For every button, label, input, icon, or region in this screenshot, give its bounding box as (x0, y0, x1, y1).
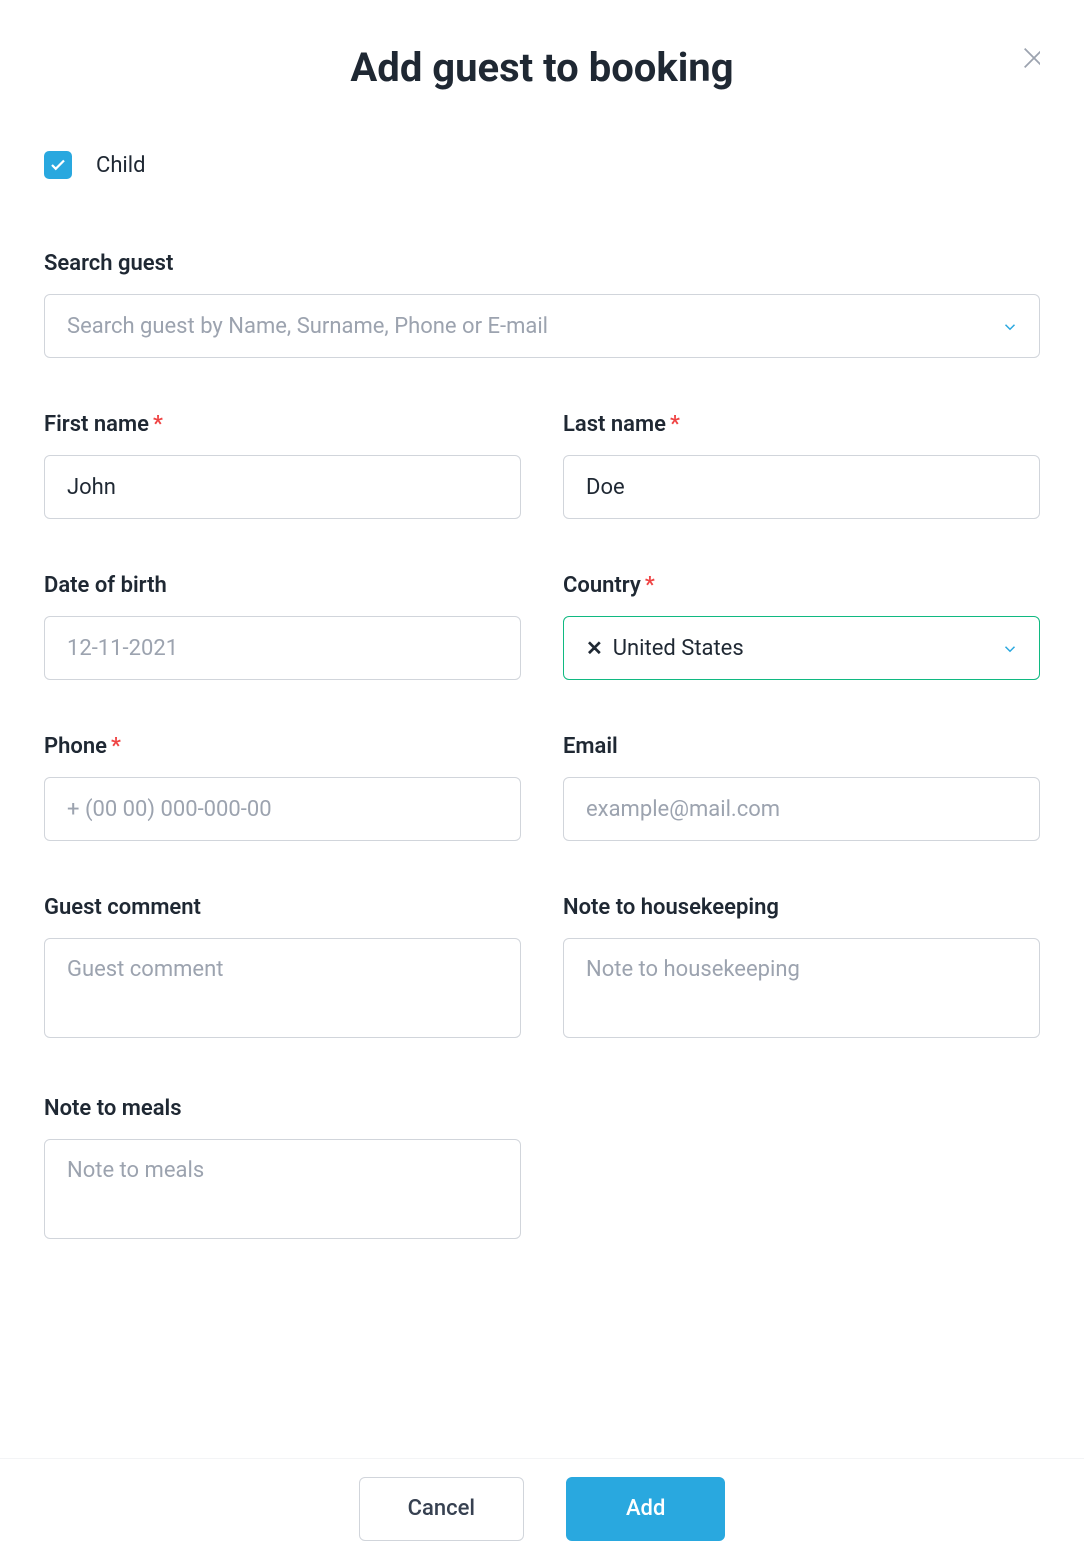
modal-header: Add guest to booking (44, 44, 1040, 91)
dob-input[interactable] (44, 616, 521, 680)
country-group: Country* ✕ United States (563, 573, 1040, 680)
close-button[interactable] (1020, 44, 1040, 72)
required-asterisk: * (670, 412, 680, 437)
add-guest-modal: Add guest to booking Child Search guest … (0, 0, 1084, 1558)
chevron-down-icon (1001, 639, 1019, 657)
last-name-input[interactable] (563, 455, 1040, 519)
cancel-button[interactable]: Cancel (359, 1477, 524, 1541)
guest-comment-group: Guest comment (44, 895, 521, 1042)
guest-comment-label: Guest comment (44, 895, 521, 920)
first-name-input[interactable] (44, 455, 521, 519)
clear-country-icon[interactable]: ✕ (586, 636, 603, 660)
note-meals-group: Note to meals (44, 1096, 521, 1243)
chevron-down-icon (1001, 317, 1019, 335)
search-guest-placeholder: Search guest by Name, Surname, Phone or … (67, 314, 548, 339)
required-asterisk: * (153, 412, 163, 437)
phone-group: Phone* (44, 734, 521, 841)
country-value-wrapper: ✕ United States (586, 636, 744, 661)
note-housekeeping-group: Note to housekeeping (563, 895, 1040, 1042)
comment-housekeeping-row: Guest comment Note to housekeeping (44, 895, 1040, 1096)
note-housekeeping-input[interactable] (563, 938, 1040, 1038)
child-checkbox-label: Child (96, 153, 146, 178)
dob-label: Date of birth (44, 573, 521, 598)
first-name-group: First name* (44, 412, 521, 519)
dob-country-row: Date of birth Country* ✕ United States (44, 573, 1040, 734)
note-meals-label: Note to meals (44, 1096, 521, 1121)
last-name-label: Last name* (563, 412, 1040, 437)
country-label-text: Country (563, 573, 641, 598)
search-guest-group: Search guest Search guest by Name, Surna… (44, 251, 1040, 358)
search-guest-label: Search guest (44, 251, 1040, 276)
country-value: United States (613, 636, 744, 661)
note-housekeeping-label: Note to housekeeping (563, 895, 1040, 920)
email-label: Email (563, 734, 1040, 759)
phone-email-row: Phone* Email (44, 734, 1040, 895)
add-button[interactable]: Add (566, 1477, 725, 1541)
name-row: First name* Last name* (44, 412, 1040, 573)
empty-spacer (563, 1096, 1040, 1243)
email-group: Email (563, 734, 1040, 841)
check-icon (49, 156, 67, 174)
guest-comment-input[interactable] (44, 938, 521, 1038)
required-asterisk: * (645, 573, 655, 598)
child-checkbox[interactable] (44, 151, 72, 179)
country-select[interactable]: ✕ United States (563, 616, 1040, 680)
modal-title: Add guest to booking (44, 44, 1040, 91)
first-name-label: First name* (44, 412, 521, 437)
close-icon (1020, 44, 1040, 72)
search-guest-select[interactable]: Search guest by Name, Surname, Phone or … (44, 294, 1040, 358)
required-asterisk: * (111, 734, 121, 759)
phone-input[interactable] (44, 777, 521, 841)
meals-row: Note to meals (44, 1096, 1040, 1297)
modal-footer: Cancel Add (0, 1458, 1084, 1558)
phone-label-text: Phone (44, 734, 107, 759)
dob-group: Date of birth (44, 573, 521, 680)
note-meals-input[interactable] (44, 1139, 521, 1239)
modal-content: Add guest to booking Child Search guest … (44, 40, 1040, 1458)
email-input[interactable] (563, 777, 1040, 841)
country-label: Country* (563, 573, 1040, 598)
first-name-label-text: First name (44, 412, 149, 437)
phone-label: Phone* (44, 734, 521, 759)
child-checkbox-row: Child (44, 151, 1040, 179)
last-name-label-text: Last name (563, 412, 666, 437)
last-name-group: Last name* (563, 412, 1040, 519)
